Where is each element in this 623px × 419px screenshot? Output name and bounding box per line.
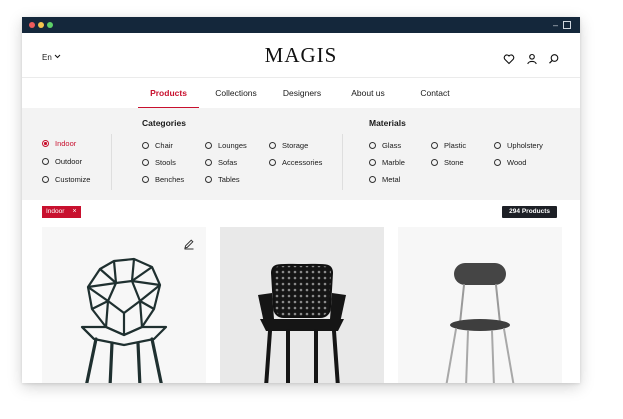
maximize-icon[interactable] xyxy=(563,21,571,29)
filter-outdoor[interactable]: Outdoor xyxy=(42,157,82,167)
material-label: Upholstery xyxy=(507,141,543,150)
radio-icon xyxy=(42,158,49,165)
radio-icon xyxy=(369,176,376,183)
radio-selected-icon xyxy=(42,140,49,147)
radio-icon xyxy=(431,142,438,149)
material-plastic[interactable]: Plastic xyxy=(431,141,466,151)
product-image-chair-metal xyxy=(445,263,515,383)
product-image-chair-faceted xyxy=(80,257,168,383)
category-tables[interactable]: Tables xyxy=(205,175,240,185)
active-filter-label: Indoor xyxy=(46,208,65,215)
material-metal[interactable]: Metal xyxy=(369,175,400,185)
category-label: Benches xyxy=(155,175,185,184)
divider xyxy=(342,134,343,190)
radio-icon xyxy=(142,142,149,149)
product-count-badge: 294 Products xyxy=(502,206,557,218)
filter-label: Outdoor xyxy=(55,157,83,166)
filter-indoor[interactable]: Indoor xyxy=(42,139,76,149)
heart-icon[interactable] xyxy=(503,53,515,65)
categories-title: Categories xyxy=(142,118,186,128)
radio-icon xyxy=(269,142,276,149)
category-label: Lounges xyxy=(218,141,247,150)
material-stone[interactable]: Stone xyxy=(431,158,464,168)
minimize-icon[interactable]: – xyxy=(553,19,558,31)
material-label: Metal xyxy=(382,175,401,184)
window-titlebar: – xyxy=(22,17,580,33)
filter-label: Indoor xyxy=(55,139,77,148)
product-card[interactable] xyxy=(42,227,206,383)
material-upholstery[interactable]: Upholstery xyxy=(494,141,543,151)
radio-icon xyxy=(369,159,376,166)
category-benches[interactable]: Benches xyxy=(142,175,184,185)
browser-window: – En MAGIS Products Collections Designer… xyxy=(22,17,580,383)
category-storage[interactable]: Storage xyxy=(269,141,308,151)
nav-products[interactable]: Products xyxy=(138,78,199,109)
radio-icon xyxy=(205,159,212,166)
category-stools[interactable]: Stools xyxy=(142,158,176,168)
material-marble[interactable]: Marble xyxy=(369,158,405,168)
products-mega-menu: Indoor Outdoor Customize Categories Chai… xyxy=(22,108,580,200)
divider xyxy=(111,134,112,190)
nav-designers[interactable]: Designers xyxy=(274,78,330,109)
radio-icon xyxy=(42,176,49,183)
category-label: Tables xyxy=(218,175,240,184)
materials-title: Materials xyxy=(369,118,406,128)
radio-icon xyxy=(142,176,149,183)
category-sofas[interactable]: Sofas xyxy=(205,158,237,168)
radio-icon xyxy=(431,159,438,166)
minimize-window-button[interactable] xyxy=(38,22,44,28)
user-icon[interactable] xyxy=(526,53,538,65)
material-glass[interactable]: Glass xyxy=(369,141,401,151)
category-accessories[interactable]: Accessories xyxy=(269,158,322,168)
category-label: Chair xyxy=(155,141,173,150)
material-wood[interactable]: Wood xyxy=(494,158,526,168)
maximize-window-button[interactable] xyxy=(47,22,53,28)
nav-contact[interactable]: Contact xyxy=(408,78,462,109)
material-label: Wood xyxy=(507,158,527,167)
category-label: Sofas xyxy=(218,158,238,167)
search-icon[interactable] xyxy=(548,53,560,65)
product-image-chair-lattice xyxy=(258,263,346,383)
radio-icon xyxy=(269,159,276,166)
filter-label: Customize xyxy=(55,175,91,184)
site-header: En MAGIS xyxy=(22,33,580,77)
product-card[interactable] xyxy=(220,227,384,383)
category-label: Stools xyxy=(155,158,176,167)
category-lounges[interactable]: Lounges xyxy=(205,141,247,151)
material-label: Plastic xyxy=(444,141,467,150)
radio-icon xyxy=(369,142,376,149)
remove-filter-icon[interactable]: × xyxy=(72,208,76,215)
main-navigation: Products Collections Designers About us … xyxy=(22,77,580,109)
product-card[interactable] xyxy=(398,227,562,383)
category-label: Storage xyxy=(282,141,309,150)
radio-icon xyxy=(494,159,501,166)
active-filter-chip[interactable]: Indoor × xyxy=(42,206,81,218)
radio-icon xyxy=(494,142,501,149)
nav-about-us[interactable]: About us xyxy=(340,78,396,109)
nav-collections[interactable]: Collections xyxy=(205,78,267,109)
category-label: Accessories xyxy=(282,158,323,167)
edit-pencil-icon[interactable] xyxy=(183,238,195,250)
radio-icon xyxy=(205,176,212,183)
radio-icon xyxy=(142,159,149,166)
filter-customize[interactable]: Customize xyxy=(42,175,90,185)
material-label: Stone xyxy=(444,158,464,167)
material-label: Marble xyxy=(382,158,405,167)
category-chair[interactable]: Chair xyxy=(142,141,173,151)
material-label: Glass xyxy=(382,141,402,150)
brand-logo[interactable]: MAGIS xyxy=(22,43,580,68)
radio-icon xyxy=(205,142,212,149)
close-window-button[interactable] xyxy=(29,22,35,28)
